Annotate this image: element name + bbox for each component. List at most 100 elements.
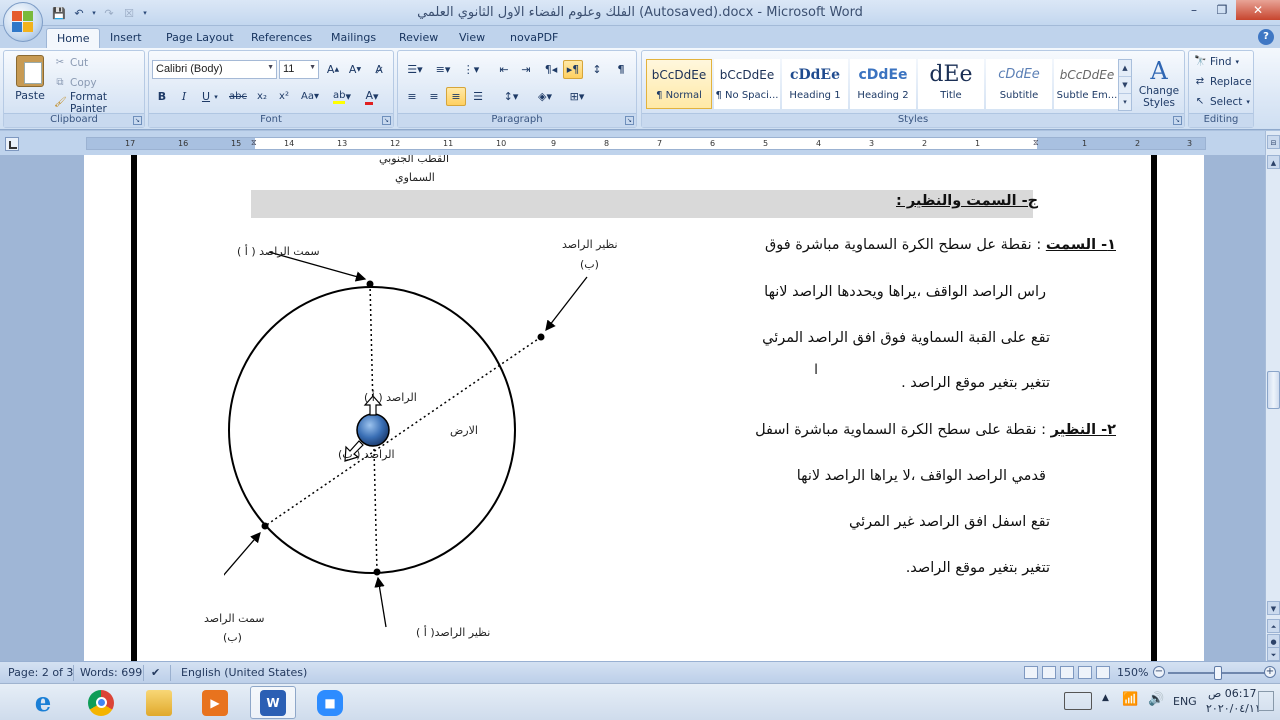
scroll-up-icon[interactable]: ▲ — [1267, 155, 1280, 169]
select-browse-object-icon[interactable]: ● — [1267, 634, 1280, 648]
bullets-icon[interactable]: ☰▾ — [402, 60, 428, 79]
web-layout-view-icon[interactable] — [1060, 666, 1074, 679]
minimize-button[interactable]: – — [1180, 0, 1208, 20]
redo-icon[interactable]: ↷ — [100, 5, 118, 22]
paragraph-launcher-icon[interactable]: ↘ — [625, 116, 634, 125]
document-page[interactable]: القطب الجنوبي السماوي ج- السمت والنظير :… — [84, 155, 1204, 661]
ruler-track[interactable]: 17 16 15 14 13 12 11 10 9 8 7 6 5 4 3 2 … — [86, 137, 1206, 150]
language-indicator[interactable]: English (United States) — [181, 666, 307, 679]
volume-icon[interactable]: 🔊 — [1148, 692, 1164, 707]
ruler-indent-marker-right[interactable]: ⧖ — [1033, 138, 1039, 148]
line-spacing-icon[interactable]: ↕▾ — [498, 87, 524, 106]
show-formatting-icon[interactable]: ¶ — [611, 60, 631, 79]
change-case-icon[interactable]: Aa▾ — [297, 87, 323, 106]
next-page-icon[interactable]: ⏷ — [1267, 647, 1280, 661]
font-launcher-icon[interactable]: ↘ — [382, 116, 391, 125]
ruler-toggle-icon[interactable]: ⊟ — [1267, 135, 1280, 149]
show-hidden-icons[interactable]: ▲ — [1102, 693, 1109, 703]
zoom-out-icon[interactable]: − — [1153, 666, 1165, 678]
zoom-slider-thumb[interactable] — [1214, 666, 1222, 680]
font-name-combo[interactable]: Calibri (Body) ▼ — [152, 60, 277, 79]
paste-button[interactable]: Paste — [10, 55, 50, 111]
word-count[interactable]: Words: 699 — [80, 666, 142, 679]
subscript-icon[interactable]: x₂ — [252, 87, 272, 106]
scrollbar-thumb[interactable] — [1267, 371, 1280, 409]
style-heading-2[interactable]: cDdEe Heading 2 — [850, 59, 916, 109]
save-icon[interactable]: 💾 — [50, 5, 68, 22]
tab-page-layout[interactable]: Page Layout — [156, 28, 244, 48]
tab-novapdf[interactable]: novaPDF — [500, 28, 568, 48]
more-icon[interactable]: ▾ — [1119, 94, 1131, 111]
format-painter-button[interactable]: 🖌 Format Painter — [54, 91, 144, 115]
full-screen-view-icon[interactable] — [1042, 666, 1056, 679]
select-button[interactable]: ↖ Select ▾ — [1194, 93, 1250, 111]
increase-indent-icon[interactable]: ⇥ — [516, 60, 536, 79]
tab-insert[interactable]: Insert — [100, 28, 152, 48]
superscript-icon[interactable]: x² — [274, 87, 294, 106]
network-icon[interactable]: 📶 — [1122, 692, 1138, 707]
highlight-icon[interactable]: ab ▾ — [329, 87, 355, 106]
zoom-in-icon[interactable]: + — [1264, 666, 1276, 678]
notifications-icon[interactable] — [1258, 691, 1274, 711]
clock-time[interactable]: 06:17 ص — [1208, 687, 1257, 700]
restore-button[interactable]: ❐ — [1208, 0, 1236, 20]
taskbar-chrome[interactable] — [78, 686, 124, 719]
styles-launcher-icon[interactable]: ↘ — [1173, 116, 1182, 125]
clear-formatting-icon[interactable]: A̷ — [369, 60, 389, 79]
style-subtitle[interactable]: cDdEe Subtitle — [986, 59, 1052, 109]
grow-font-icon[interactable]: A ▲ — [323, 60, 343, 79]
taskbar-ie[interactable]: e — [20, 686, 66, 719]
taskbar-word[interactable]: W — [250, 686, 296, 719]
clipboard-launcher-icon[interactable]: ↘ — [133, 116, 142, 125]
dropdown-icon[interactable]: ▾ — [90, 5, 98, 22]
find-button[interactable]: 🔭 Find ▾ — [1194, 53, 1239, 71]
justify-icon[interactable]: ☰ — [468, 87, 488, 106]
zoom-level[interactable]: 150% — [1117, 666, 1148, 679]
vertical-scrollbar[interactable]: ⊟ ▲ ▼ ⏶ ● ⏷ — [1265, 131, 1280, 661]
help-icon[interactable]: ? — [1258, 29, 1274, 45]
style-no-spacing[interactable]: bCcDdEe ¶ No Spaci... — [714, 59, 780, 109]
numbering-icon[interactable]: ≡▾ — [430, 60, 456, 79]
decrease-indent-icon[interactable]: ⇤ — [494, 60, 514, 79]
tab-view[interactable]: View — [449, 28, 495, 48]
keyboard-icon[interactable] — [1064, 692, 1092, 710]
italic-icon[interactable]: I — [174, 87, 194, 106]
ltr-icon[interactable]: ▸¶ — [563, 60, 583, 79]
multilevel-list-icon[interactable]: ⋮▾ — [458, 60, 484, 79]
undo-icon[interactable]: ↶ — [70, 5, 88, 22]
style-subtle-emphasis[interactable]: bCcDdEe Subtle Em... — [1054, 59, 1120, 109]
proofing-icon[interactable]: ✔ — [151, 666, 160, 679]
align-left-icon[interactable]: ≡ — [402, 87, 422, 106]
bold-icon[interactable]: B — [152, 87, 172, 106]
shrink-font-icon[interactable]: A ▼ — [345, 60, 365, 79]
shading-icon[interactable]: ◈▾ — [532, 87, 558, 106]
scroll-down-icon[interactable]: ▼ — [1267, 601, 1280, 615]
taskbar-media-player[interactable]: ▶ — [192, 686, 238, 719]
ruler-indent-marker-left[interactable]: ⧖ — [251, 138, 257, 148]
page-indicator[interactable]: Page: 2 of 3 — [8, 666, 73, 679]
clock-date[interactable]: ٢٠٢٠/٠٤/١١ — [1206, 702, 1261, 715]
sort-icon[interactable]: ↕ — [587, 60, 607, 79]
language-bar[interactable]: ENG — [1173, 695, 1197, 708]
chevron-down-icon[interactable]: ▼ — [1119, 77, 1131, 94]
font-color-icon[interactable]: A ▾ — [359, 87, 385, 106]
chevron-up-icon[interactable]: ▲ — [1119, 60, 1131, 77]
replace-button[interactable]: ⇄ Replace — [1194, 73, 1252, 91]
rtl-icon[interactable]: ¶◂ — [541, 60, 561, 79]
style-normal[interactable]: bCcDdEe ¶ Normal — [646, 59, 712, 109]
print-layout-view-icon[interactable] — [1024, 666, 1038, 679]
outline-view-icon[interactable] — [1078, 666, 1092, 679]
office-button[interactable] — [3, 2, 43, 42]
copy-button[interactable]: ⧉ Copy — [54, 74, 96, 92]
tab-references[interactable]: References — [241, 28, 322, 48]
taskbar-zoom[interactable]: ■ — [307, 686, 353, 719]
align-center-icon[interactable]: ≡ — [424, 87, 444, 106]
cut-button[interactable]: ✂ Cut — [54, 54, 88, 72]
style-heading-1[interactable]: cDdEe Heading 1 — [782, 59, 848, 109]
close-button[interactable]: ✕ — [1236, 0, 1280, 20]
change-styles-button[interactable]: A Change Styles — [1136, 57, 1182, 109]
customize-qat-icon[interactable]: ▾ — [140, 5, 150, 22]
previous-page-icon[interactable]: ⏶ — [1267, 619, 1280, 633]
tab-review[interactable]: Review — [389, 28, 448, 48]
font-size-combo[interactable]: 11 ▼ — [279, 60, 319, 79]
